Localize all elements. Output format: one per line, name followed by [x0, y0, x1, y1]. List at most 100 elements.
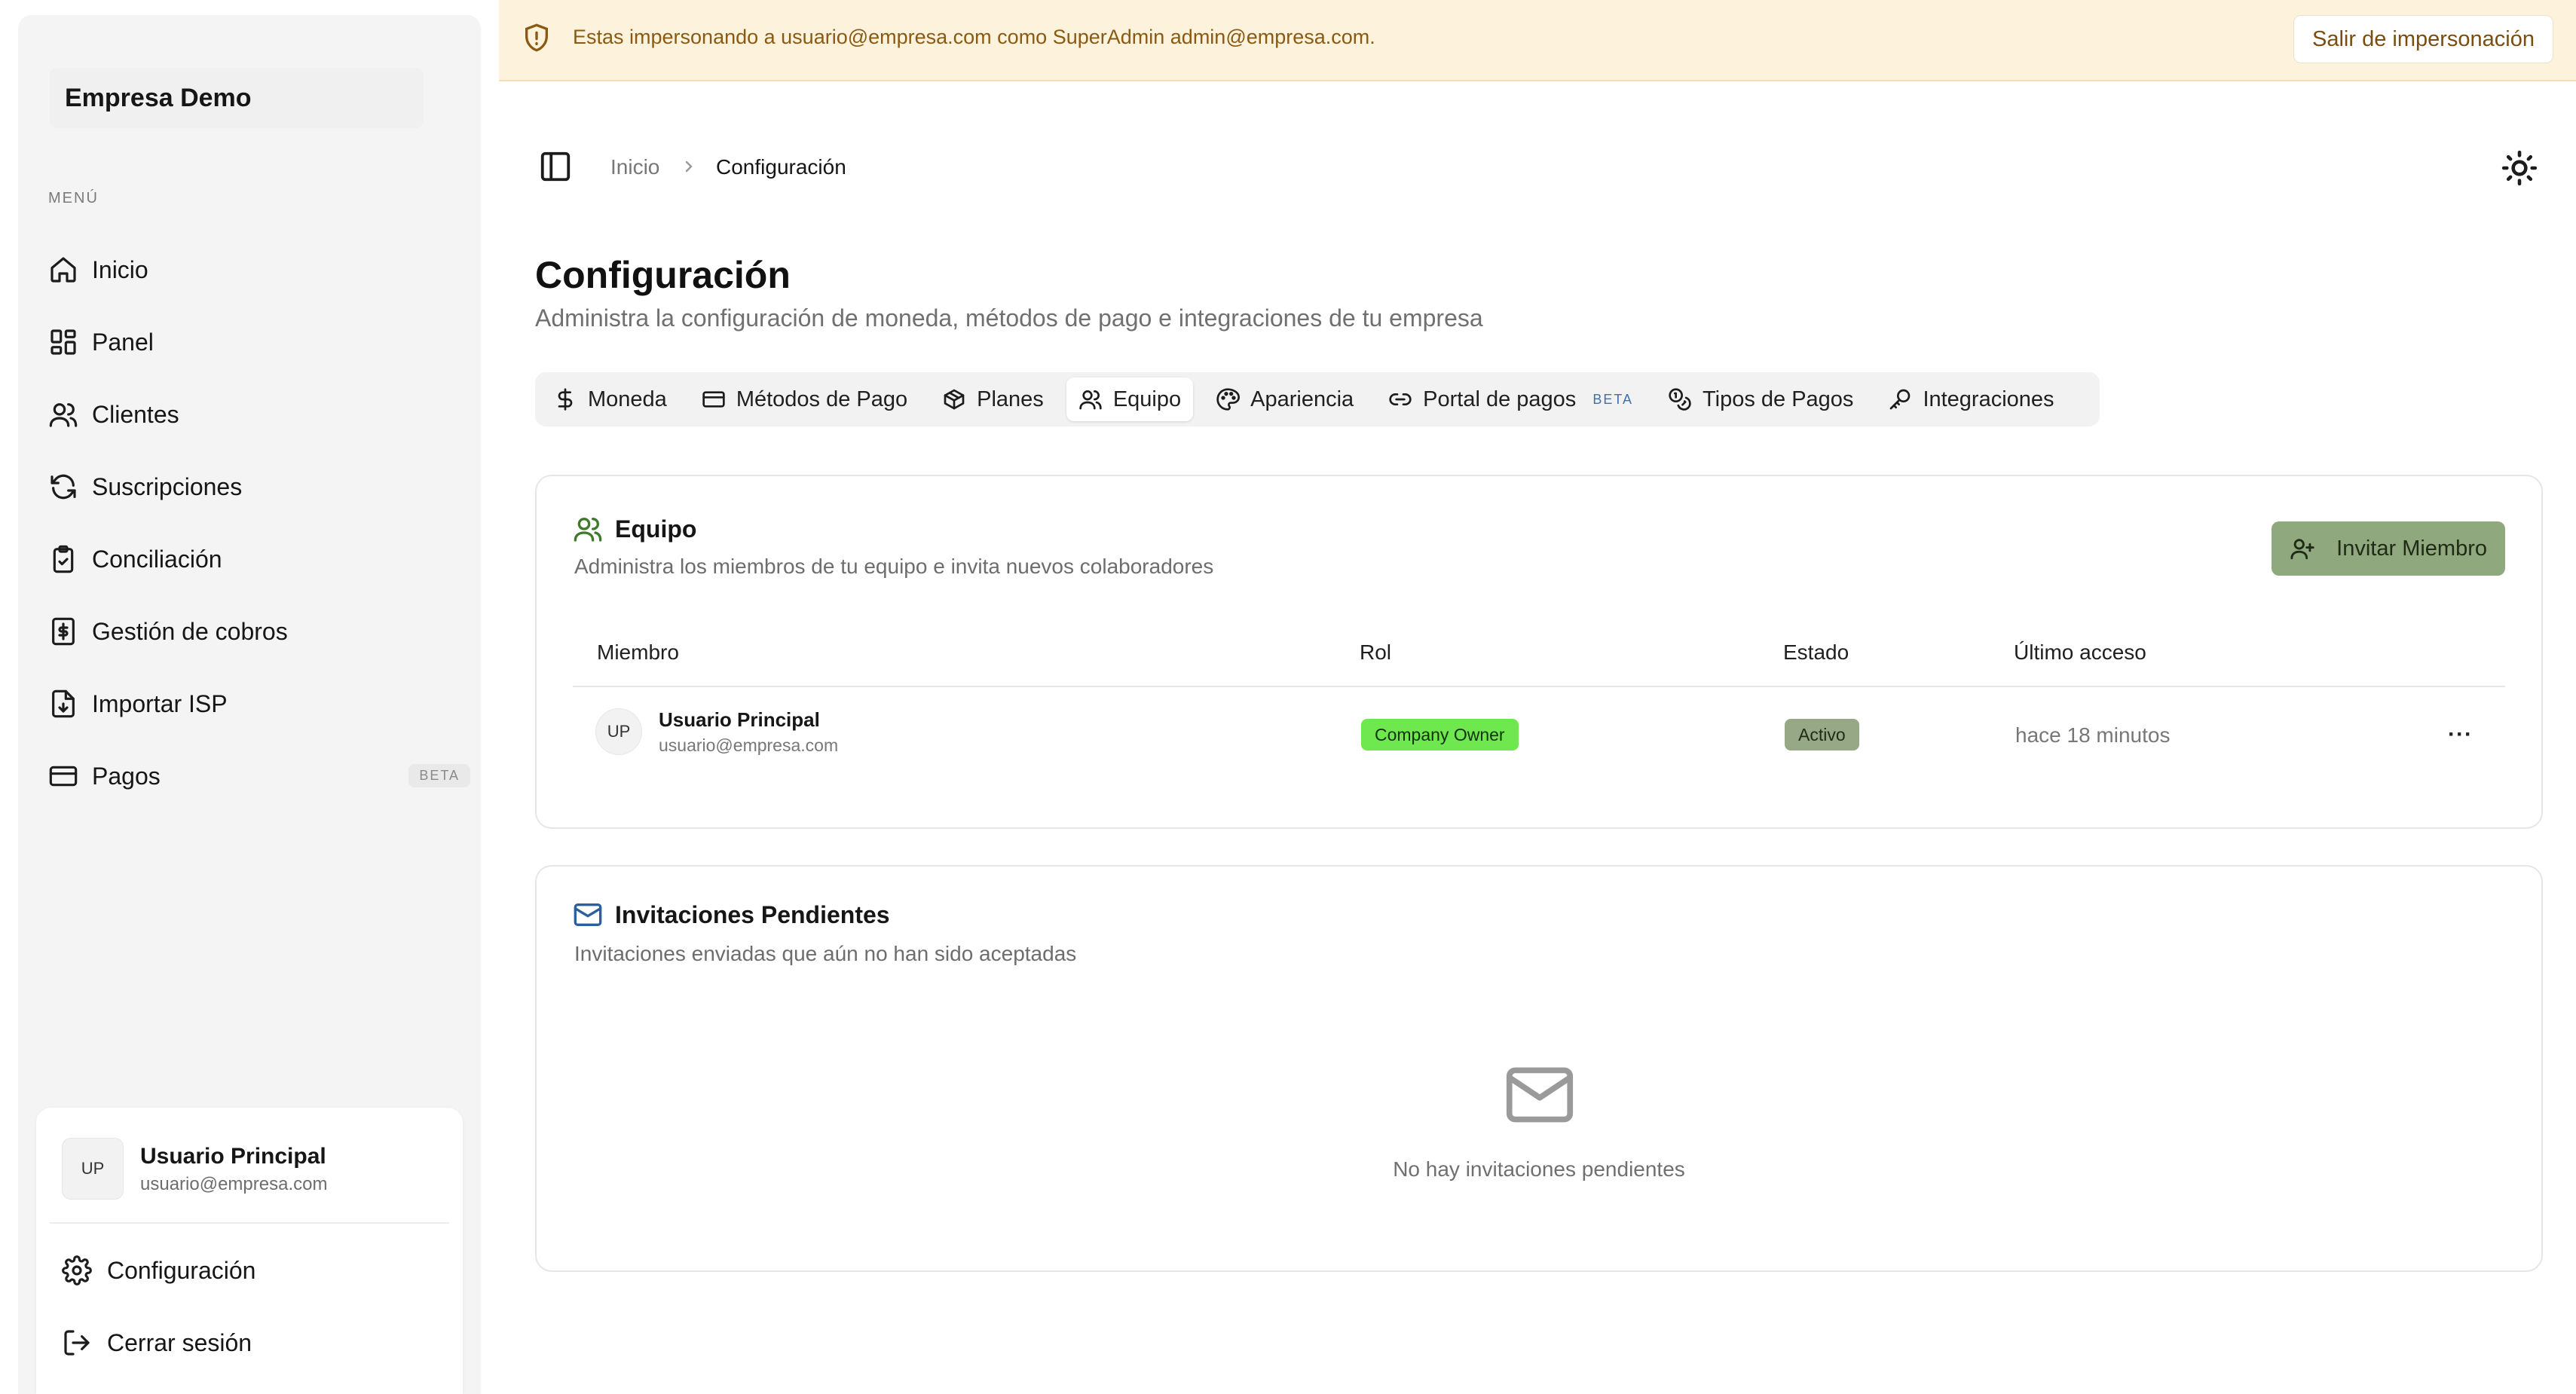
member-email: usuario@empresa.com — [659, 735, 839, 755]
team-description: Administra los miembros de tu equipo e i… — [574, 555, 1214, 578]
status-badge: Activo — [1785, 719, 1859, 750]
sidebar-item-importar-isp[interactable]: Importar ISP — [48, 668, 470, 740]
mail-icon — [1506, 1067, 1574, 1123]
logout-menu-item[interactable]: Cerrar sesión — [62, 1328, 252, 1358]
pending-invitations-card: Invitaciones Pendientes Invitaciones env… — [535, 865, 2543, 1272]
sidebar-item-pagos[interactable]: Pagos BETA — [48, 740, 470, 812]
users-icon — [49, 403, 78, 427]
tab-apariencia[interactable]: Apariencia — [1204, 378, 1366, 421]
settings-tabs: Moneda Métodos de Pago Planes Equipo Apa… — [535, 372, 2100, 426]
tab-equipo[interactable]: Equipo — [1066, 378, 1194, 421]
tab-label: Apariencia — [1250, 387, 1354, 411]
tab-label: Planes — [977, 387, 1044, 411]
sidebar-item-label: Suscripciones — [92, 472, 243, 500]
team-title-text: Equipo — [615, 515, 697, 543]
avatar: UP — [595, 708, 642, 755]
file-import-icon — [52, 689, 75, 718]
impersonation-banner: Estas impersonando a usuario@empresa.com… — [499, 0, 2576, 81]
user-plus-icon — [2290, 539, 2314, 560]
column-header-member: Miembro — [597, 640, 679, 664]
invitations-card-title: Invitaciones Pendientes — [573, 900, 890, 930]
invitations-title-text: Invitaciones Pendientes — [615, 900, 890, 928]
chevron-right-icon — [685, 160, 693, 173]
team-card-title: Equipo — [573, 514, 696, 544]
sidebar-item-clientes[interactable]: Clientes — [48, 378, 470, 451]
impersonation-message: Estas impersonando a usuario@empresa.com… — [573, 26, 1375, 48]
user-email: usuario@empresa.com — [140, 1174, 328, 1194]
link-icon — [1389, 393, 1412, 405]
sun-icon[interactable] — [2501, 149, 2538, 187]
sidebar-nav: Inicio Panel Clientes Suscripciones Conc… — [48, 234, 470, 812]
refresh-icon — [50, 474, 76, 500]
dollar-icon — [558, 388, 573, 411]
mail-icon — [574, 903, 602, 926]
users-icon — [574, 518, 602, 542]
page-subtitle: Administra la configuración de moneda, m… — [535, 304, 1483, 332]
team-card: Equipo Administra los miembros de tu equ… — [535, 475, 2543, 829]
home-icon — [50, 257, 76, 283]
tab-label: Moneda — [588, 387, 667, 411]
coins-icon — [1669, 388, 1691, 411]
app-root: Empresa Demo MENÚ Inicio Panel Clientes … — [0, 0, 2576, 1394]
tab-planes[interactable]: Planes — [930, 378, 1056, 421]
column-header-last-access: Último acceso — [2014, 640, 2146, 664]
sidebar-item-label: Importar ISP — [92, 689, 228, 717]
role-badge: Company Owner — [1361, 719, 1519, 750]
dollar-receipt-icon — [52, 617, 75, 646]
users-icon — [1079, 390, 1102, 410]
invite-member-button[interactable]: Invitar Miembro — [2272, 521, 2505, 576]
company-switcher[interactable]: Empresa Demo — [50, 68, 424, 128]
credit-card-icon — [49, 766, 78, 787]
settings-menu-item[interactable]: Configuración — [62, 1255, 255, 1285]
palette-icon — [1216, 388, 1241, 411]
tab-moneda[interactable]: Moneda — [541, 378, 679, 421]
sidebar-item-label: Inicio — [92, 255, 148, 283]
box-icon — [944, 389, 965, 410]
menu-section-label: MENÚ — [48, 190, 99, 206]
sidebar-item-inicio[interactable]: Inicio — [48, 234, 470, 306]
invite-member-label: Invitar Miembro — [2336, 536, 2487, 561]
column-header-role: Rol — [1360, 640, 1392, 664]
tab-label: Tipos de Pagos — [1703, 387, 1854, 411]
clipboard-check-icon — [53, 545, 74, 573]
sidebar-item-conciliacion[interactable]: Conciliación — [48, 523, 470, 595]
tab-label: Métodos de Pago — [736, 387, 908, 411]
user-menu-card: UP Usuario Principal usuario@empresa.com… — [36, 1108, 463, 1394]
breadcrumb-home[interactable]: Inicio — [610, 155, 659, 179]
sidebar-item-label: Panel — [92, 328, 154, 356]
invitations-description: Invitaciones enviadas que aún no han sid… — [574, 942, 1077, 965]
tab-label: Portal de pagos — [1423, 387, 1577, 411]
gear-icon — [62, 1255, 92, 1285]
shield-alert-icon — [525, 23, 548, 52]
exit-impersonation-button[interactable]: Salir de impersonación — [2293, 15, 2553, 63]
sidebar-item-label: Pagos — [92, 762, 161, 790]
last-access: hace 18 minutos — [2015, 723, 2171, 747]
tab-integraciones[interactable]: Integraciones — [1876, 378, 2066, 421]
settings-label: Configuración — [107, 1256, 256, 1284]
credit-card-icon — [702, 391, 725, 408]
logout-icon — [64, 1330, 90, 1356]
tab-portal-pagos[interactable]: Portal de pagos BETA — [1376, 378, 1645, 421]
user-name: Usuario Principal — [140, 1144, 326, 1169]
page-title: Configuración — [535, 254, 791, 296]
tab-metodos-pago[interactable]: Métodos de Pago — [690, 378, 919, 421]
table-header-divider — [573, 686, 2505, 687]
tab-tipos-pagos[interactable]: Tipos de Pagos — [1656, 378, 1865, 421]
sidebar-item-suscripciones[interactable]: Suscripciones — [48, 451, 470, 523]
dashboard-icon — [50, 329, 76, 355]
sidebar-item-panel[interactable]: Panel — [48, 306, 470, 378]
column-header-status: Estado — [1783, 640, 1849, 664]
sidebar-item-gestion-cobros[interactable]: Gestión de cobros — [48, 595, 470, 668]
member-name: Usuario Principal — [659, 708, 820, 731]
beta-badge: BETA — [1592, 391, 1633, 407]
divider — [50, 1222, 449, 1224]
row-actions-menu-icon[interactable]: ··· — [2448, 722, 2473, 747]
tab-label: Integraciones — [1923, 387, 2054, 411]
key-icon — [1890, 389, 1911, 410]
logout-label: Cerrar sesión — [107, 1328, 252, 1356]
sidebar-item-label: Conciliación — [92, 545, 222, 573]
sidebar-toggle-icon[interactable] — [538, 149, 573, 184]
breadcrumb-current: Configuración — [716, 155, 846, 179]
sidebar-item-label: Clientes — [92, 400, 179, 428]
sidebar-item-label: Gestión de cobros — [92, 617, 288, 645]
